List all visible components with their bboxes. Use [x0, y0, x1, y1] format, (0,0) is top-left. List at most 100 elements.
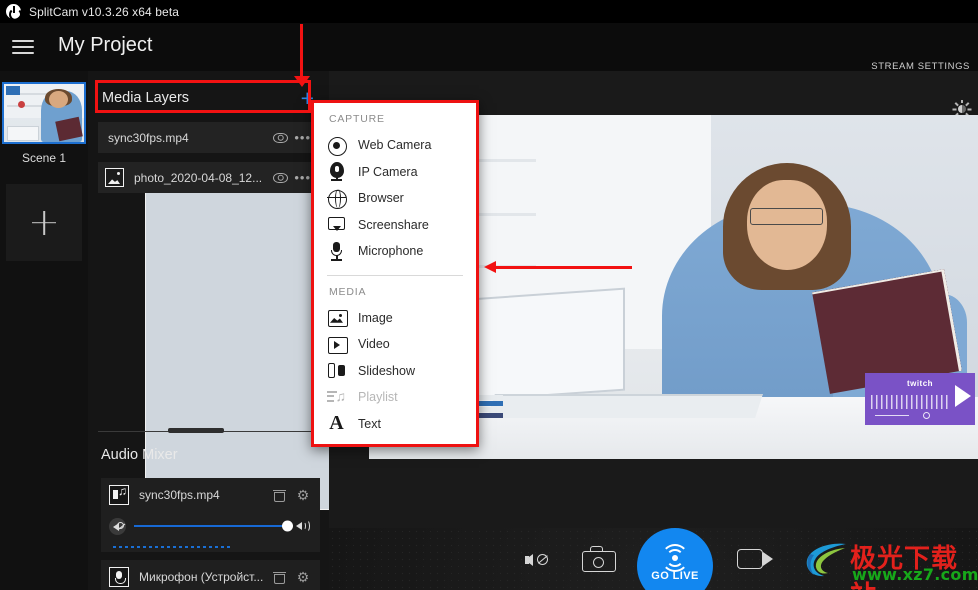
hamburger-line [12, 40, 34, 42]
window-title: SplitCam v10.3.26 x64 beta [29, 4, 180, 19]
image-sun [339, 313, 342, 317]
menu-item-label: Screenshare [358, 217, 429, 232]
volume-slider-knob[interactable] [282, 520, 293, 532]
menu-item-playlist: ♫ Playlist [314, 384, 476, 411]
splitcam-logo-icon [6, 4, 22, 21]
more-dots-icon[interactable]: ••• [294, 171, 311, 184]
broadcast-icon [658, 544, 692, 572]
project-name[interactable]: My Project [58, 34, 152, 57]
audio-channel-header: sync30fps.mp4 ⚙ [101, 478, 320, 512]
layer-name: photo_2020-04-08_12... [134, 170, 263, 185]
menu-item-microphone[interactable]: Microphone [314, 238, 476, 265]
menu-item-video[interactable]: Video [314, 331, 476, 358]
slideshow-right [338, 365, 345, 377]
globe-meridians [327, 188, 346, 208]
microphone-icon [327, 241, 346, 261]
preview-person-face [747, 180, 827, 270]
title-bar: SplitCam v10.3.26 x64 beta [0, 0, 978, 23]
globe-icon [327, 188, 347, 209]
gear-icon[interactable]: ⚙ [296, 488, 310, 502]
web-camera-icon [327, 136, 347, 156]
trash-icon[interactable] [273, 489, 286, 502]
add-scene-button[interactable] [6, 184, 82, 261]
video-icon [327, 335, 348, 354]
hamburger-line [12, 46, 34, 48]
image-icon [327, 308, 348, 328]
speaker-muted-icon[interactable] [109, 517, 126, 535]
more-dots-icon[interactable]: ••• [294, 131, 311, 144]
broadcast-core [672, 555, 678, 561]
thumb-dot [17, 101, 25, 109]
menu-item-label: Microphone [358, 244, 424, 259]
camcorder-body [737, 549, 763, 569]
menu-item-label: Text [358, 416, 381, 431]
menu-item-ip-camera[interactable]: IP Camera [314, 159, 476, 186]
audio-channel-header: Микрофон (Устройст... ⚙ [101, 560, 320, 590]
menu-item-screenshare[interactable]: Screenshare [314, 212, 476, 239]
audio-mixer-title: Audio Mixer [101, 447, 178, 463]
volume-slider[interactable] [134, 520, 293, 532]
twitch-overlay-waveform [871, 395, 951, 409]
scene-thumbnail-image [4, 84, 84, 142]
menu-item-web-camera[interactable]: Web Camera [314, 132, 476, 159]
slideshow-left [328, 363, 335, 379]
media-layers-title: Media Layers [102, 89, 190, 106]
twitch-overlay-line [875, 414, 909, 416]
layer-name: sync30fps.mp4 [108, 130, 189, 145]
twitch-overlay[interactable]: twitch [865, 373, 975, 425]
preview-person-glasses [750, 207, 824, 226]
menu-item-image[interactable]: Image [314, 305, 476, 332]
dropdown-section-title: CAPTURE [329, 113, 385, 125]
menu-item-browser[interactable]: Browser [314, 185, 476, 212]
text-icon: A [329, 412, 344, 435]
scene-label: Scene 1 [21, 151, 67, 165]
menu-item-label: Video [358, 337, 390, 352]
thumb-laptop [7, 125, 40, 141]
playlist-note: ♫ [335, 387, 347, 404]
record-button[interactable] [737, 549, 773, 571]
hamburger-line [12, 52, 34, 54]
scene-thumbnail[interactable] [2, 82, 86, 144]
list-item[interactable]: photo_2020-04-08_12... ••• [98, 162, 319, 193]
playlist-icon: ♫ [327, 388, 346, 407]
scenes-column: Scene 1 [0, 71, 88, 590]
thumb-badge [6, 86, 20, 95]
menu-item-text[interactable]: A Text [314, 411, 476, 438]
speaker-on-icon[interactable] [296, 519, 312, 533]
menu-item-label: Image [358, 310, 393, 325]
pin-base [331, 179, 342, 182]
add-media-dropdown[interactable]: CAPTURE Web Camera IP Camera Browser Scr… [311, 100, 479, 447]
mute-button[interactable] [525, 549, 555, 571]
menu-item-label: Browser [358, 191, 404, 206]
twitch-overlay-knob [923, 412, 930, 419]
camera-lens [593, 557, 604, 568]
audio-channel-name: Микрофон (Устройст... [139, 570, 264, 584]
audio-level-meter [113, 546, 233, 548]
dropdown-section-title: MEDIA [329, 285, 367, 298]
hamburger-menu-icon[interactable] [12, 36, 34, 56]
audio-channel: sync30fps.mp4 ⚙ [101, 478, 320, 552]
camcorder-lens [763, 552, 773, 566]
play-icon [955, 385, 971, 407]
menu-item-slideshow[interactable]: Slideshow [314, 358, 476, 385]
menu-item-label: IP Camera [358, 164, 418, 179]
microphone-icon [109, 567, 129, 587]
gear-icon[interactable]: ⚙ [296, 570, 310, 584]
eye-icon[interactable] [273, 172, 289, 183]
app-header: My Project STREAM SETTINGS [0, 23, 978, 72]
eye-icon[interactable] [273, 132, 289, 143]
audio-file-icon [109, 484, 129, 505]
monitor-icon [327, 215, 346, 234]
snapshot-button[interactable] [582, 546, 616, 572]
menu-item-label: Playlist [358, 390, 398, 405]
list-item[interactable]: sync30fps.mp4 ••• [98, 122, 755, 510]
twitch-overlay-label: twitch [906, 379, 934, 388]
mute-slash-icon [537, 554, 548, 565]
mute-slash [117, 522, 124, 529]
mic-base [331, 258, 342, 261]
audio-channel: Микрофон (Устройст... ⚙ [101, 560, 320, 590]
speaker-cone [525, 554, 533, 566]
panel-resize-handle[interactable] [168, 428, 224, 433]
swirl-logo-icon [806, 543, 846, 577]
trash-icon[interactable] [273, 571, 286, 584]
